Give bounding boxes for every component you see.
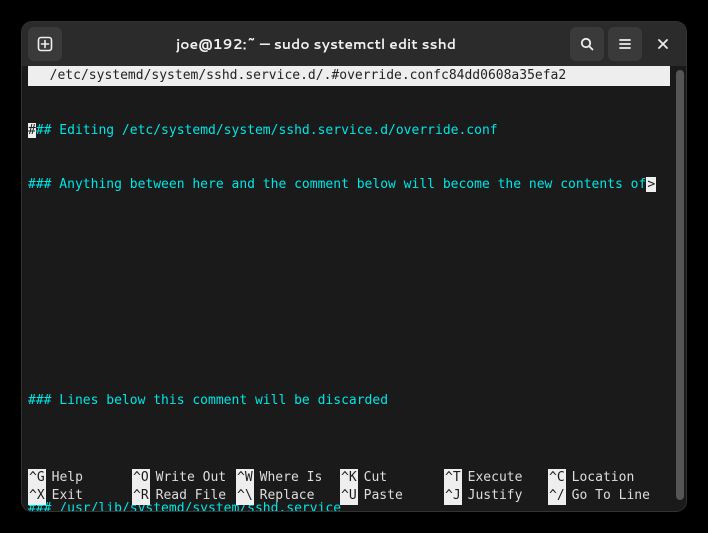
help-item-readfile[interactable]: ^R Read File: [132, 487, 236, 505]
help-label: Execute: [468, 469, 523, 487]
help-item-location[interactable]: ^C Location: [548, 469, 652, 487]
help-label: Where Is: [260, 469, 323, 487]
help-label: Replace: [260, 487, 315, 505]
help-key: ^U: [340, 487, 358, 505]
help-key: ^\: [236, 487, 254, 505]
editor-line: [28, 338, 680, 356]
help-item-execute[interactable]: ^T Execute: [444, 469, 548, 487]
help-key: ^K: [340, 469, 358, 487]
help-label: Exit: [52, 487, 83, 505]
editor-content[interactable]: ### Editing /etc/systemd/system/sshd.ser…: [28, 86, 680, 511]
editor-line: [28, 446, 680, 464]
help-item-writeout[interactable]: ^O Write Out: [132, 469, 236, 487]
help-item-exit[interactable]: ^X Exit: [28, 487, 132, 505]
search-button[interactable]: [570, 27, 604, 61]
editor-line: ### Anything between here and the commen…: [28, 177, 646, 192]
help-key: ^/: [548, 487, 566, 505]
help-key: ^C: [548, 469, 566, 487]
help-key: ^T: [444, 469, 462, 487]
editor-line: [28, 284, 680, 302]
plus-in-square-icon: [37, 36, 53, 52]
line-truncation-indicator: >: [646, 177, 656, 192]
terminal-area[interactable]: /etc/systemd/system/sshd.service.d/.#ove…: [22, 66, 686, 511]
close-icon: [656, 37, 670, 51]
help-label: Location: [572, 469, 635, 487]
nano-titlebar: /etc/systemd/system/sshd.service.d/.#ove…: [28, 66, 670, 86]
help-row: ^X Exit ^R Read File ^\ Replace ^U Paste ^J J…: [28, 487, 674, 505]
close-button[interactable]: [646, 27, 680, 61]
new-tab-button[interactable]: [28, 27, 62, 61]
help-item-help[interactable]: ^G Help: [28, 469, 132, 487]
search-icon: [579, 36, 595, 52]
window-title: joe@192:~ — sudo systemctl edit sshd: [66, 34, 566, 54]
menu-button[interactable]: [608, 27, 642, 61]
help-label: Go To Line: [572, 487, 650, 505]
cursor: #: [28, 123, 36, 138]
scrollbar[interactable]: [676, 70, 684, 500]
help-item-justify[interactable]: ^J Justify: [444, 487, 548, 505]
help-label: Write Out: [156, 469, 226, 487]
help-label: Read File: [156, 487, 226, 505]
help-item-gotoline[interactable]: ^/ Go To Line: [548, 487, 652, 505]
help-item-replace[interactable]: ^\ Replace: [236, 487, 340, 505]
editor-line: ### Lines below this comment will be dis…: [28, 392, 680, 410]
editor-line: [28, 230, 680, 248]
help-key: ^R: [132, 487, 150, 505]
help-label: Paste: [364, 487, 403, 505]
help-item-cut[interactable]: ^K Cut: [340, 469, 444, 487]
help-key: ^W: [236, 469, 254, 487]
help-item-paste[interactable]: ^U Paste: [340, 487, 444, 505]
hamburger-icon: [617, 36, 633, 52]
help-row: ^G Help ^O Write Out ^W Where Is ^K Cut ^T Ex…: [28, 469, 674, 487]
help-item-whereis[interactable]: ^W Where Is: [236, 469, 340, 487]
help-key: ^J: [444, 487, 462, 505]
help-key: ^O: [132, 469, 150, 487]
nano-help-bar: ^G Help ^O Write Out ^W Where Is ^K Cut ^T Ex…: [28, 469, 674, 505]
editor-line: ## Editing /etc/systemd/system/sshd.serv…: [36, 123, 498, 138]
help-key: ^X: [28, 487, 46, 505]
help-label: Cut: [364, 469, 387, 487]
titlebar: joe@192:~ — sudo systemctl edit sshd: [22, 22, 686, 66]
help-label: Help: [52, 469, 83, 487]
terminal-window: joe@192:~ — sudo systemctl edit sshd /et…: [22, 22, 686, 511]
help-label: Justify: [468, 487, 523, 505]
help-key: ^G: [28, 469, 46, 487]
